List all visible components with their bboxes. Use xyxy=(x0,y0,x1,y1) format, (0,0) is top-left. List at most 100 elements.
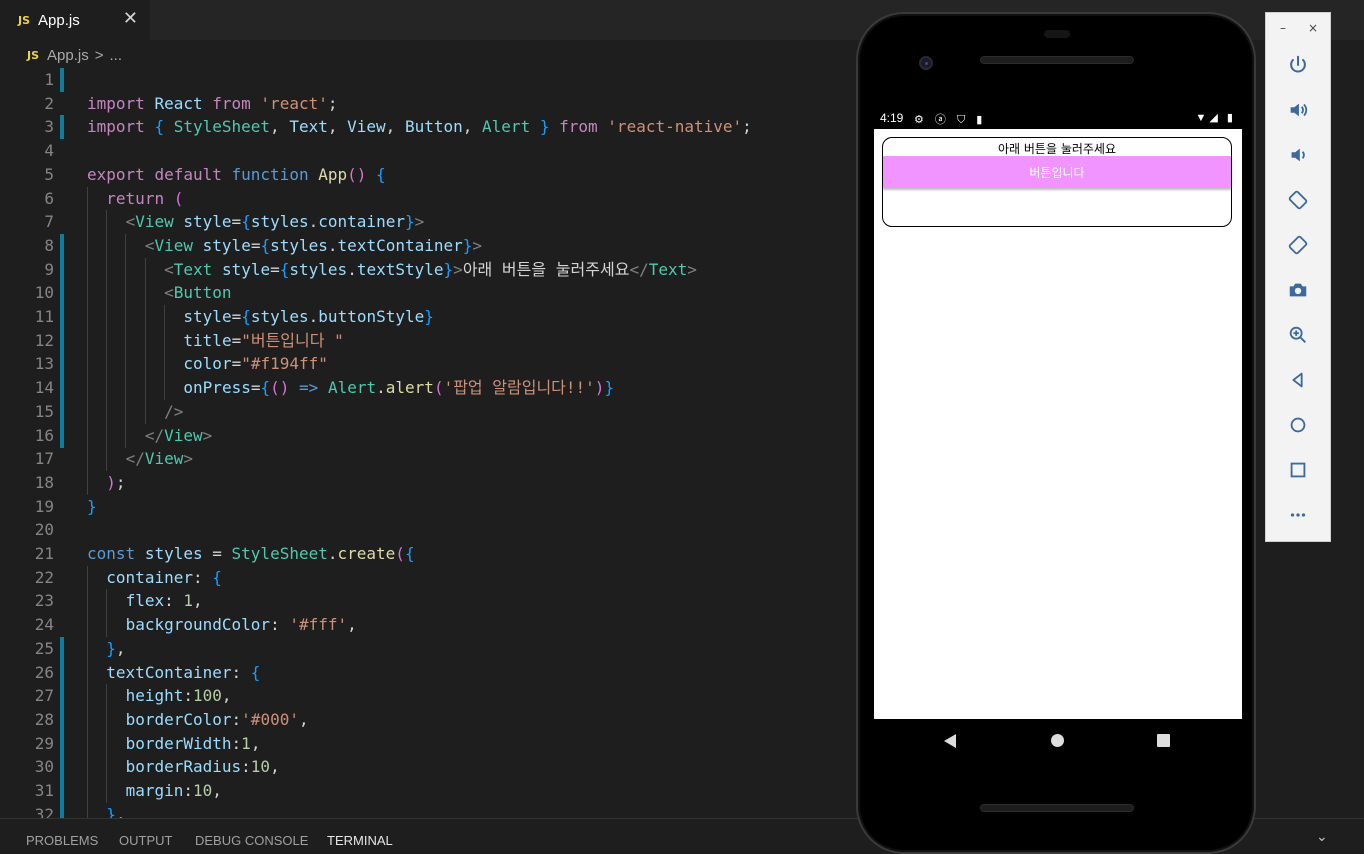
code-text: borderColor:'#000', xyxy=(125,709,309,729)
code-text: <Text style={styles.textStyle}>아래 버튼을 눌러… xyxy=(164,259,697,279)
line-number: 32 xyxy=(34,804,54,818)
rotate-left-icon[interactable] xyxy=(1284,186,1312,214)
overview-icon[interactable] xyxy=(1284,456,1312,484)
android-nav-bar xyxy=(874,720,1242,760)
git-change-marker xyxy=(60,660,64,685)
code-line[interactable]: 6 return ( xyxy=(0,186,850,211)
volume-up-icon[interactable] xyxy=(1284,96,1312,124)
code-text: const styles = StyleSheet.create({ xyxy=(87,544,415,563)
code-line[interactable]: 11 style={styles.buttonStyle} xyxy=(0,305,850,329)
code-line[interactable]: 14 onPress={() => Alert.alert('팝업 알람입니다!… xyxy=(0,376,850,401)
code-text: </View> xyxy=(144,425,213,445)
code-line[interactable]: 18 ); xyxy=(0,470,850,495)
camera-icon[interactable] xyxy=(1284,276,1312,304)
git-change-marker xyxy=(60,68,64,92)
code-line[interactable]: 16 </View> xyxy=(0,423,850,448)
nav-home-icon[interactable] xyxy=(1051,734,1064,747)
code-text: }, xyxy=(106,638,126,658)
line-number: 4 xyxy=(44,141,54,161)
instruction-text: 아래 버튼을 눌러주세요 xyxy=(997,142,1117,156)
code-line[interactable]: 21 const styles = StyleSheet.create({ xyxy=(0,542,850,566)
popup-button[interactable]: 버튼입니다 xyxy=(883,156,1231,188)
code-text: flex: 1, xyxy=(125,591,203,611)
tab-problems[interactable]: PROBLEMS xyxy=(26,833,98,848)
code-line[interactable]: 3 import { StyleSheet, Text, View, Button… xyxy=(0,115,850,140)
code-line[interactable]: 4 xyxy=(0,139,850,163)
line-number: 28 xyxy=(34,709,54,729)
code-line[interactable]: 17 </View> xyxy=(0,447,850,472)
tab-output[interactable]: OUTPUT xyxy=(119,833,172,848)
git-change-marker xyxy=(60,281,64,306)
code-text: <View style={styles.container}> xyxy=(125,212,425,232)
code-line[interactable]: 5 export default function App() { xyxy=(0,163,850,187)
code-line[interactable]: 12 title="버튼입니다 " xyxy=(0,328,850,353)
breadcrumb-file[interactable]: App.js xyxy=(47,47,89,64)
code-text: onPress={() => Alert.alert('팝업 알람입니다!!')… xyxy=(183,378,615,398)
rotate-right-icon[interactable] xyxy=(1284,231,1312,259)
code-text: margin:10, xyxy=(125,781,222,800)
tab-title: App.js xyxy=(38,11,80,29)
code-text: import React from 'react'; xyxy=(87,93,338,113)
code-line[interactable]: 13 color="#f194ff" xyxy=(0,352,850,377)
git-change-marker xyxy=(60,731,64,756)
line-number: 8 xyxy=(44,235,54,255)
volume-down-icon[interactable] xyxy=(1284,141,1312,169)
app-screen: 아래 버튼을 눌러주세요 버튼입니다 xyxy=(874,129,1242,719)
code-area[interactable]: 1 2 import React from 'react'; 3 import { St… xyxy=(0,68,850,818)
nav-back-icon[interactable] xyxy=(944,734,956,748)
chevron-down-icon[interactable]: ⌄ xyxy=(1316,829,1328,845)
line-number: 25 xyxy=(34,638,54,658)
code-line[interactable]: 30 borderRadius:10, xyxy=(0,755,850,780)
more-icon[interactable] xyxy=(1284,501,1312,529)
code-text: }, xyxy=(106,804,126,818)
breadcrumb-more[interactable]: ... xyxy=(109,47,122,64)
git-change-marker xyxy=(60,305,64,329)
power-icon[interactable] xyxy=(1284,51,1312,79)
git-change-marker xyxy=(60,707,64,732)
code-line[interactable]: 25 }, xyxy=(0,636,850,661)
code-line[interactable]: 32 }, xyxy=(0,802,850,818)
code-line[interactable]: 2 import React from 'react'; xyxy=(0,92,850,116)
status-time: 4:19 xyxy=(880,111,904,125)
home-icon[interactable] xyxy=(1284,411,1312,439)
tab-debug-console[interactable]: DEBUG CONSOLE xyxy=(195,833,308,848)
git-change-marker xyxy=(60,352,64,377)
code-line[interactable]: 29 borderWidth:1, xyxy=(0,731,850,756)
zoom-icon[interactable] xyxy=(1284,321,1312,349)
code-line[interactable]: 24 backgroundColor: '#fff', xyxy=(0,613,850,638)
line-number: 20 xyxy=(34,520,54,540)
back-icon[interactable] xyxy=(1284,366,1312,394)
minimize-icon[interactable]: – xyxy=(1280,21,1286,35)
git-change-marker xyxy=(60,328,64,353)
code-text: style={styles.buttonStyle} xyxy=(183,307,434,326)
code-line[interactable]: 7 <View style={styles.container}> xyxy=(0,210,850,235)
js-file-icon: JS xyxy=(18,13,31,27)
code-line[interactable]: 27 height:100, xyxy=(0,684,850,709)
code-line[interactable]: 23 flex: 1, xyxy=(0,589,850,614)
code-line[interactable]: 8 <View style={styles.textContainer}> xyxy=(0,233,850,258)
code-line[interactable]: 10 <Button xyxy=(0,281,850,306)
code-line[interactable]: 22 container: { xyxy=(0,565,850,590)
nav-recents-icon[interactable] xyxy=(1157,734,1170,747)
git-change-marker xyxy=(60,115,64,140)
code-line[interactable]: 15 /> xyxy=(0,399,850,424)
code-text: textContainer: { xyxy=(106,662,261,682)
git-change-marker xyxy=(60,779,64,803)
code-line[interactable]: 31 margin:10, xyxy=(0,779,850,803)
code-text: ); xyxy=(106,472,126,492)
status-notification-icons: ⚙ ⓐ ⛉ ▮ xyxy=(914,114,987,126)
tab-app-js[interactable]: JS App.js ✕ xyxy=(0,0,150,40)
git-change-marker xyxy=(60,376,64,401)
code-line[interactable]: 19} xyxy=(0,495,850,519)
code-line[interactable]: 26 textContainer: { xyxy=(0,660,850,685)
close-icon[interactable]: ✕ xyxy=(123,9,138,29)
code-line[interactable]: 9 <Text style={styles.textStyle}>아래 버튼을 … xyxy=(0,257,850,282)
tab-terminal[interactable]: TERMINAL xyxy=(327,833,393,848)
code-text: <Button xyxy=(164,283,232,303)
close-icon[interactable]: × xyxy=(1308,21,1318,35)
status-system-icons: ▼◢ ▮ xyxy=(1195,112,1236,124)
code-line[interactable]: 28 borderColor:'#000', xyxy=(0,707,850,732)
code-line[interactable]: 1 xyxy=(0,68,850,92)
js-file-icon: JS xyxy=(27,48,40,62)
code-line[interactable]: 20 xyxy=(0,518,850,542)
